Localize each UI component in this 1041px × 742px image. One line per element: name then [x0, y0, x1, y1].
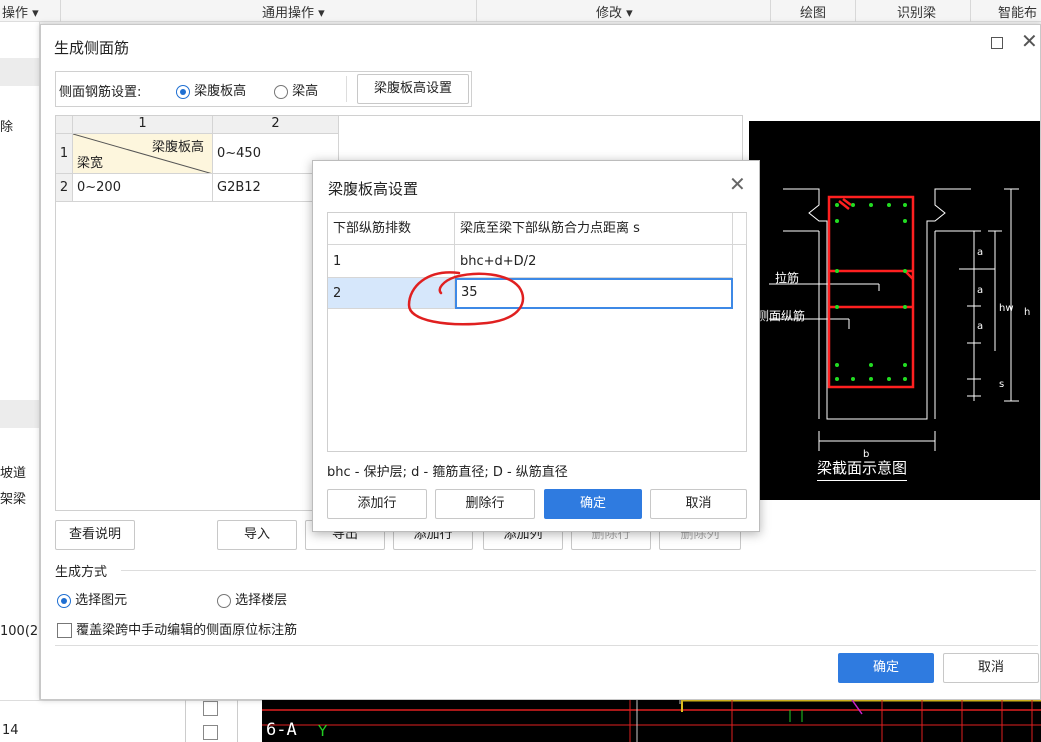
section-divider	[121, 570, 1036, 571]
import-button[interactable]: 导入	[217, 520, 297, 550]
left-panel-band	[0, 58, 39, 86]
toolbar-separator	[770, 0, 771, 22]
grid-cell[interactable]: 0~200	[73, 174, 213, 202]
side-rebar-setting-row: 侧面钢筋设置: 梁腹板高 梁高 梁腹板高设置	[55, 71, 472, 107]
popup-cancel-button[interactable]: 取消	[650, 489, 747, 519]
popup-title: 梁腹板高设置	[328, 180, 419, 198]
dim-h: h	[1024, 307, 1031, 318]
beam-section-preview: 拉筋 侧面纵筋 a a a hw h s b 梁截面示意图	[749, 121, 1040, 500]
background-left-panel: 除 坡道 架梁 100(2)	[0, 22, 40, 742]
left-panel-ramp[interactable]: 坡道	[0, 462, 26, 481]
option-select-floor-label: 选择楼层	[235, 593, 288, 608]
popup-delete-row-button[interactable]: 删除行	[435, 489, 535, 519]
red-annotation-circle	[407, 271, 525, 326]
setting-label: 侧面钢筋设置:	[59, 85, 142, 100]
left-panel-spec: 100(2)	[0, 624, 40, 639]
label-side-rebar: 侧面纵筋	[757, 309, 806, 323]
maximize-icon[interactable]	[991, 37, 1003, 49]
cad-y-marker: Y	[318, 722, 328, 740]
dim-a: a	[977, 247, 984, 258]
view-note-button[interactable]: 查看说明	[55, 520, 135, 550]
web-height-setting-dialog: 梁腹板高设置 ✕ 下部纵筋排数 梁底至梁下部纵筋合力点距离 s 1 bhc+d+…	[312, 160, 760, 532]
dialog-title: 生成侧面筋	[54, 39, 130, 57]
cad-axis-label: 6-A	[266, 720, 297, 740]
label-tie-rebar: 拉筋	[775, 271, 800, 285]
option-select-element[interactable]: 选择图元	[57, 589, 127, 608]
toolbar-operation-menu[interactable]: 操作 ▾	[2, 2, 39, 21]
cad-drawing-area[interactable]: 6-A Y	[262, 700, 1041, 742]
grid-column-header[interactable]: 1	[73, 116, 213, 134]
override-checkbox[interactable]	[57, 623, 72, 638]
left-panel-frame-beam[interactable]: 架梁	[0, 488, 26, 507]
popup-ok-button[interactable]: 确定	[544, 489, 642, 519]
cancel-button[interactable]: 取消	[943, 653, 1039, 683]
property-checkbox[interactable]	[203, 701, 218, 716]
diag-label-beam-width: 梁宽	[77, 156, 104, 171]
grid-row-number[interactable]: 1	[56, 134, 73, 174]
option-select-element-label: 选择图元	[75, 593, 128, 608]
radio-selected-icon[interactable]	[176, 84, 190, 99]
popup-add-row-button[interactable]: 添加行	[327, 489, 427, 519]
dim-a: a	[977, 285, 984, 296]
property-checkbox[interactable]	[203, 725, 218, 740]
radio-beam-height[interactable]: 梁高	[274, 80, 318, 99]
toolbar-identify-beam[interactable]: 识别梁	[897, 2, 936, 21]
ok-button[interactable]: 确定	[838, 653, 934, 683]
property-value: 14	[2, 723, 19, 738]
toolbar-separator	[855, 0, 856, 22]
radio-unselected-icon[interactable]	[274, 84, 288, 99]
property-divider	[185, 700, 186, 742]
toolbar-separator	[970, 0, 971, 22]
toolbar-general-menu[interactable]: 通用操作 ▾	[262, 2, 325, 21]
radio-selected-icon[interactable]	[57, 593, 71, 608]
override-option[interactable]: 覆盖梁跨中手动编辑的侧面原位标注筋	[57, 619, 297, 638]
web-height-setting-button[interactable]: 梁腹板高设置	[357, 74, 469, 104]
close-icon[interactable]: ✕	[1021, 30, 1038, 52]
toolbar-smart-layout[interactable]: 智能布	[998, 2, 1037, 21]
left-panel-band	[0, 400, 39, 428]
property-divider	[237, 700, 238, 742]
override-label: 覆盖梁跨中手动编辑的侧面原位标注筋	[76, 623, 298, 638]
legend-note: bhc - 保护层; d - 箍筋直径; D - 纵筋直径	[327, 465, 568, 480]
dim-hw: hw	[999, 303, 1014, 314]
grid-column-header[interactable]: 2	[213, 116, 339, 134]
radio-web-height[interactable]: 梁腹板高	[176, 80, 246, 99]
web-height-table: 下部纵筋排数 梁底至梁下部纵筋合力点距离 s 1 bhc+d+D/2 2 35	[327, 212, 747, 452]
setting-divider	[346, 76, 347, 102]
toolbar-separator	[476, 0, 477, 22]
table-header: 下部纵筋排数	[328, 213, 455, 245]
close-icon[interactable]: ✕	[729, 173, 746, 195]
table-header-filler	[733, 213, 747, 245]
table-header: 梁底至梁下部纵筋合力点距离 s	[455, 213, 733, 245]
dim-a: a	[977, 321, 984, 332]
footer-divider	[55, 645, 1038, 646]
diag-label-web-height: 梁腹板高	[151, 140, 204, 155]
option-select-floor[interactable]: 选择楼层	[217, 589, 287, 608]
grid-diagonal-header: 梁腹板高 梁宽	[73, 134, 213, 174]
toolbar-separator	[60, 0, 61, 22]
radio-beam-height-label: 梁高	[292, 84, 319, 99]
toolbar-draw-menu[interactable]: 绘图	[800, 2, 826, 21]
preview-caption: 梁截面示意图	[817, 457, 908, 481]
toolbar-modify-menu[interactable]: 修改 ▾	[596, 2, 633, 21]
cad-lines	[262, 700, 1041, 742]
background-toolbar: 操作 ▾ 通用操作 ▾ 修改 ▾ 绘图 识别梁 智能布	[0, 0, 1041, 22]
grid-row-number[interactable]: 2	[56, 174, 73, 202]
background-property-list: 14	[0, 700, 262, 742]
generate-mode-label: 生成方式	[55, 565, 108, 580]
radio-unselected-icon[interactable]	[217, 593, 231, 608]
dim-s: s	[999, 379, 1005, 390]
grid-corner	[56, 116, 73, 134]
radio-web-height-label: 梁腹板高	[194, 84, 247, 99]
left-panel-delete[interactable]: 除	[0, 116, 13, 135]
